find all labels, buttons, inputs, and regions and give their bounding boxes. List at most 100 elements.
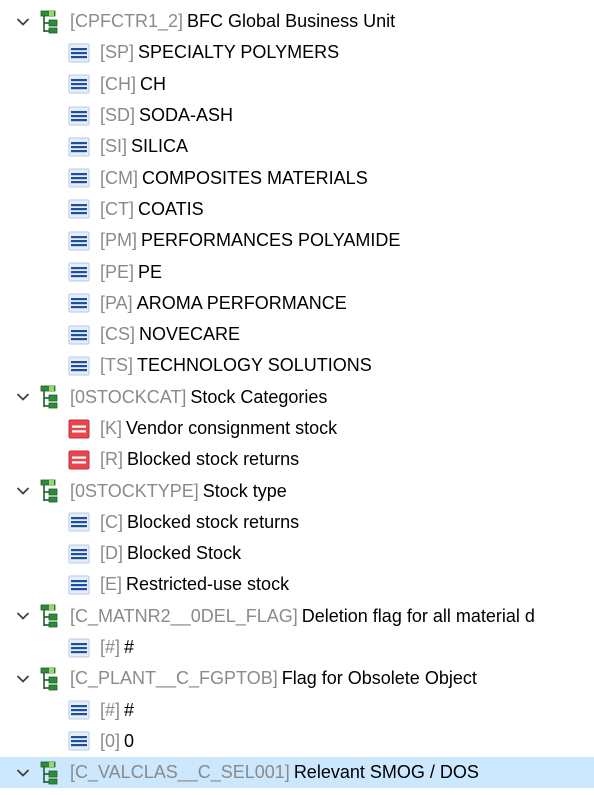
tree-hierarchy-node[interactable]: [C_PLANT__C_FGPTOB] Flag for Obsolete Obj… (0, 663, 594, 694)
node-label: Relevant SMOG / DOS (293, 762, 479, 783)
member-code: [PE] (100, 261, 135, 282)
red-member-icon (68, 450, 90, 470)
member-code: [CH] (100, 73, 136, 94)
tree-hierarchy-node[interactable]: [C_VALCLAS__C_SEL001] Relevant SMOG / DOS (0, 757, 594, 789)
hierarchy-icon (40, 479, 58, 503)
member-label: Blocked Stock (127, 543, 242, 564)
blue-member-icon (68, 700, 90, 720)
member-label: PE (138, 261, 163, 282)
blue-member-icon (68, 168, 90, 188)
hierarchy-icon (40, 667, 58, 691)
node-code: [0STOCKTYPE] (70, 480, 199, 501)
member-label: AROMA PERFORMANCE (136, 292, 347, 313)
member-code: [CS] (100, 324, 136, 345)
tree-hierarchy-node[interactable]: [0STOCKTYPE] Stock type (0, 475, 594, 506)
tree-member-item[interactable]: [PM] PERFORMANCES POLYAMIDE (0, 225, 594, 256)
node-code: [C_VALCLAS__C_SEL001] (70, 762, 290, 783)
blue-member-icon (68, 325, 90, 345)
blue-member-icon (68, 512, 90, 532)
member-code: [0] (100, 730, 121, 751)
tree-member-item[interactable]: [CH] CH (0, 69, 594, 100)
member-label: TECHNOLOGY SOLUTIONS (137, 355, 372, 376)
tree-member-item[interactable]: [PE] PE (0, 256, 594, 287)
member-code: [D] (100, 543, 124, 564)
tree-member-item[interactable]: [C] Blocked stock returns (0, 507, 594, 538)
hierarchy-tree[interactable]: [CPFCTR1_2] BFC Global Business Unit [SP] S… (0, 0, 594, 795)
member-code: [#] (100, 699, 121, 720)
member-label: 0 (124, 730, 135, 751)
tree-member-item[interactable]: [E] Restricted-use stock (0, 569, 594, 600)
blue-member-icon (68, 231, 90, 251)
tree-member-item[interactable]: [#] # (0, 695, 594, 726)
hierarchy-icon (40, 604, 58, 628)
member-label: Vendor consignment stock (126, 418, 338, 438)
blue-member-icon (68, 731, 90, 751)
tree-member-item[interactable]: [SD] SODA-ASH (0, 100, 594, 131)
chevron-down-icon[interactable] (14, 13, 32, 31)
member-label: NOVECARE (139, 324, 241, 345)
node-code: [0STOCKCAT] (70, 386, 187, 407)
node-label: Deletion flag for all material d (301, 605, 535, 626)
member-code: [E] (100, 574, 123, 595)
member-code: [#] (100, 637, 121, 658)
tree-member-item[interactable]: [SP] SPECIALTY POLYMERS (0, 37, 594, 68)
blue-member-icon (68, 575, 90, 595)
tree-member-item[interactable]: [D] Blocked Stock (0, 538, 594, 569)
member-label: # (124, 699, 135, 720)
member-label: Blocked stock returns (127, 449, 300, 470)
member-code: [PA] (100, 292, 133, 313)
tree-member-item[interactable]: [CM] COMPOSITES MATERIALS (0, 162, 594, 193)
member-label: CH (140, 73, 166, 94)
tree-member-item[interactable]: [CS] NOVECARE (0, 319, 594, 350)
chevron-down-icon[interactable] (14, 670, 32, 688)
member-code: [K] (100, 418, 123, 438)
member-label: Blocked stock returns (127, 511, 300, 532)
blue-member-icon (68, 293, 90, 313)
member-code: [SD] (100, 105, 136, 126)
member-code: [SP] (100, 42, 135, 63)
blue-member-icon (68, 638, 90, 658)
tree-member-item[interactable]: [TS] TECHNOLOGY SOLUTIONS (0, 350, 594, 381)
hierarchy-icon (40, 761, 58, 785)
node-code: [C_PLANT__C_FGPTOB] (70, 668, 278, 689)
chevron-down-icon[interactable] (14, 388, 32, 406)
blue-member-icon (68, 199, 90, 219)
member-label: SILICA (131, 136, 189, 157)
hierarchy-icon (40, 10, 58, 34)
member-code: [PM] (100, 230, 138, 251)
chevron-down-icon[interactable] (14, 764, 32, 782)
tree-member-item[interactable]: [R] Blocked stock returns (0, 444, 594, 475)
node-code: [CPFCTR1_2] (70, 11, 184, 32)
blue-member-icon (68, 356, 90, 376)
tree-member-item[interactable]: [#] # (0, 632, 594, 663)
tree-hierarchy-node[interactable]: [C_MATNR2__0DEL_FLAG] Deletion flag for a… (0, 601, 594, 632)
node-label: Stock Categories (190, 386, 328, 407)
tree-member-item[interactable]: [PA] AROMA PERFORMANCE (0, 288, 594, 319)
blue-member-icon (68, 74, 90, 94)
chevron-down-icon[interactable] (14, 607, 32, 625)
member-label: COATIS (138, 198, 204, 219)
tree-hierarchy-node[interactable]: [0STOCKCAT] Stock Categories (0, 382, 594, 413)
chevron-down-icon[interactable] (14, 482, 32, 500)
member-label: # (124, 637, 135, 658)
member-label: Restricted-use stock (126, 574, 290, 595)
hierarchy-icon (40, 385, 58, 409)
node-label: Flag for Obsolete Object (281, 668, 477, 689)
member-code: [C] (100, 511, 124, 532)
node-code: [C_MATNR2__0DEL_FLAG] (70, 605, 298, 626)
member-code: [R] (100, 449, 124, 470)
blue-member-icon (68, 106, 90, 126)
tree-hierarchy-node[interactable]: [CPFCTR1_2] BFC Global Business Unit (0, 6, 594, 37)
blue-member-icon (68, 262, 90, 282)
blue-member-icon (68, 137, 90, 157)
tree-member-item[interactable]: [K] Vendor consignment stock (0, 413, 594, 444)
tree-member-item[interactable]: [CT] COATIS (0, 194, 594, 225)
tree-member-item[interactable]: [SI] SILICA (0, 131, 594, 162)
member-code: [TS] (100, 355, 134, 376)
blue-member-icon (68, 544, 90, 564)
tree-member-item[interactable]: [0] 0 (0, 726, 594, 757)
member-label: SPECIALTY POLYMERS (138, 42, 340, 63)
member-code: [SI] (100, 136, 128, 157)
node-label: BFC Global Business Unit (187, 11, 396, 32)
member-label: COMPOSITES MATERIALS (142, 167, 368, 188)
